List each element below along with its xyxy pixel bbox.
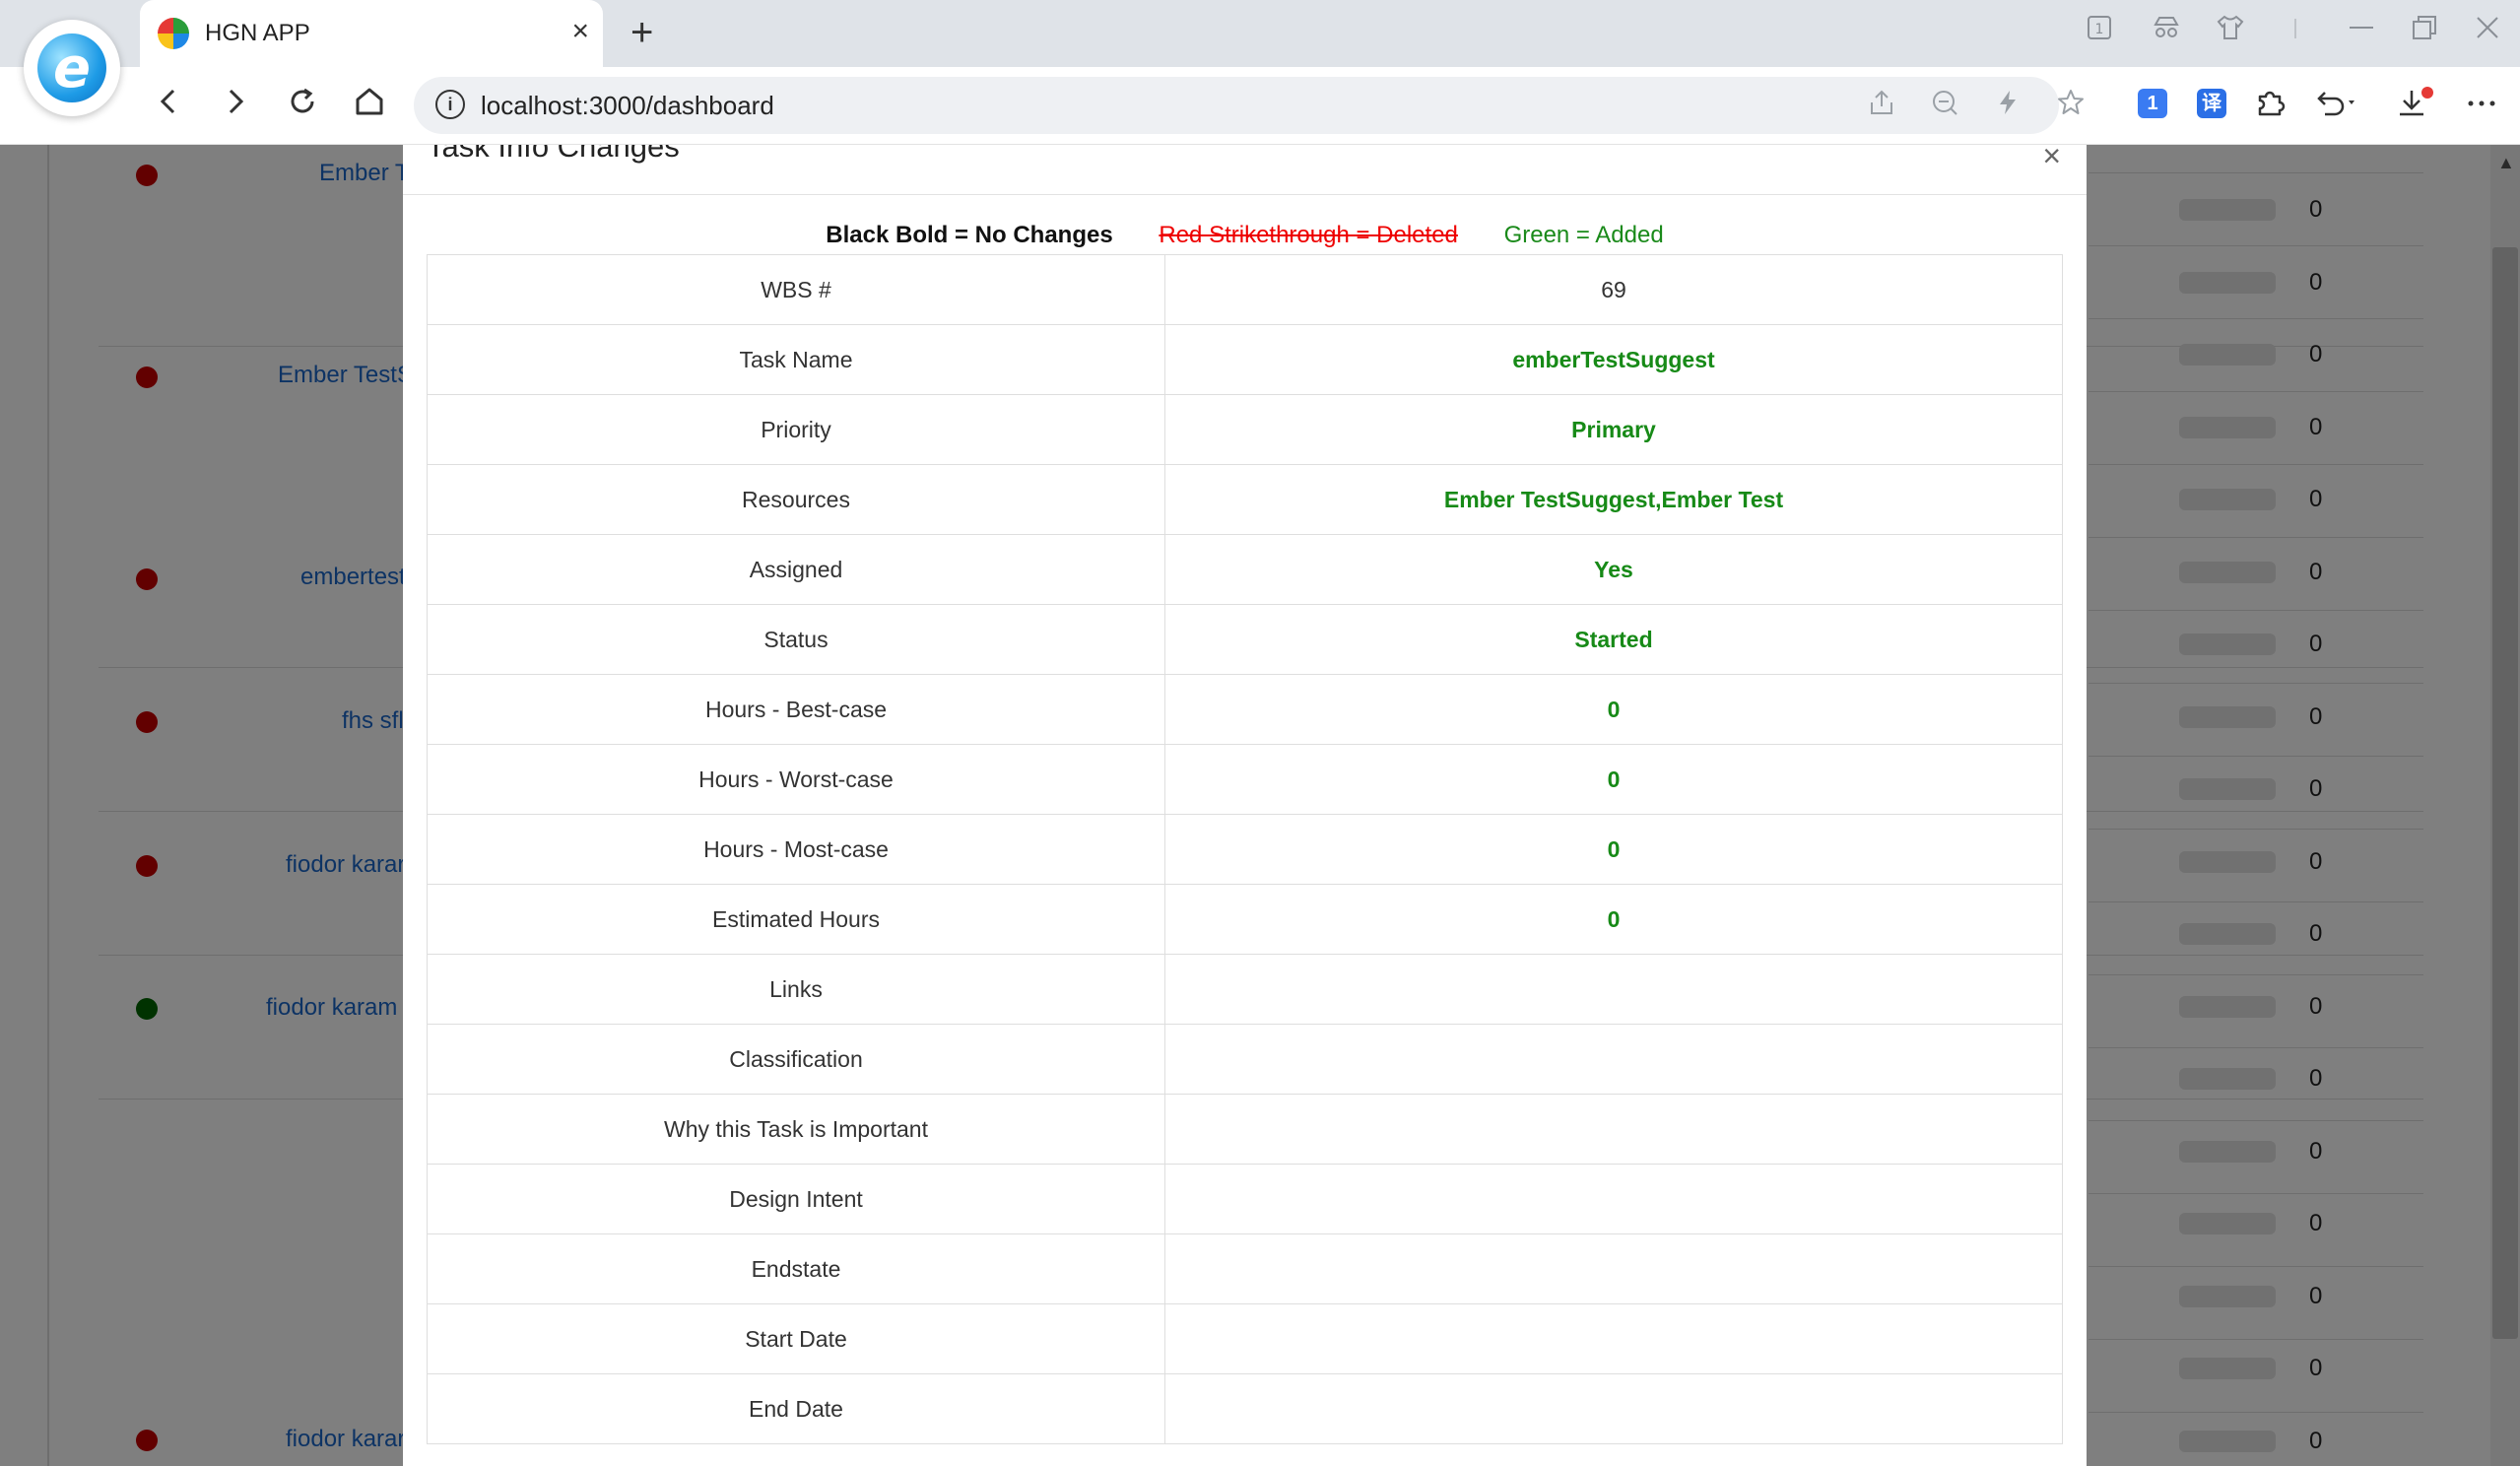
- field-value: [1164, 1233, 2063, 1304]
- more-menu-icon[interactable]: [2465, 87, 2498, 130]
- browser-titlebar: HGN APP × + 1: [0, 0, 2520, 67]
- table-row: Endstate: [427, 1233, 2063, 1304]
- address-bar[interactable]: i localhost:3000/dashboard: [414, 77, 2084, 134]
- field-label: Links: [427, 954, 1165, 1025]
- modal-close-icon[interactable]: ×: [2042, 145, 2061, 172]
- share-icon[interactable]: [1868, 89, 1895, 124]
- translate-icon[interactable]: 译: [2197, 89, 2226, 118]
- legend-deleted: Red Strikethrough = Deleted: [1159, 222, 1458, 248]
- table-row: Design Intent: [427, 1164, 2063, 1234]
- field-value: Started: [1164, 604, 2063, 675]
- table-row: Estimated Hours 0: [427, 884, 2063, 955]
- table-row: Hours - Most-case 0: [427, 814, 2063, 885]
- extensions-puzzle-icon[interactable]: [2254, 87, 2286, 128]
- task-info-changes-modal: Task Info Changes × Black Bold = No Chan…: [403, 145, 2087, 1466]
- field-label: Priority: [427, 394, 1165, 465]
- shirt-skin-icon[interactable]: [2217, 14, 2244, 49]
- extension-badge-icon[interactable]: 1: [2138, 89, 2167, 118]
- site-info-icon[interactable]: i: [435, 90, 465, 119]
- field-value: [1164, 1303, 2063, 1374]
- modal-title: Task Info Changes: [427, 145, 680, 164]
- zoom-out-icon[interactable]: [1931, 89, 1958, 124]
- field-label: Task Name: [427, 324, 1165, 395]
- field-label: Design Intent: [427, 1164, 1165, 1234]
- table-row: Classification: [427, 1024, 2063, 1095]
- back-icon[interactable]: [152, 85, 185, 127]
- field-value: Primary: [1164, 394, 2063, 465]
- minimize-icon[interactable]: [2349, 14, 2374, 49]
- table-row: Resources Ember TestSuggest,Ember Test: [427, 464, 2063, 535]
- field-value: [1164, 1373, 2063, 1444]
- field-label: WBS #: [427, 254, 1165, 325]
- field-label: Classification: [427, 1024, 1165, 1095]
- browser-logo-icon: e: [24, 20, 120, 116]
- field-value: 0: [1164, 744, 2063, 815]
- field-value: 0: [1164, 814, 2063, 885]
- incognito-icon[interactable]: [2152, 14, 2181, 49]
- home-icon[interactable]: [353, 85, 386, 127]
- reload-icon[interactable]: [286, 85, 319, 127]
- table-row: Start Date: [427, 1303, 2063, 1374]
- field-label: Estimated Hours: [427, 884, 1165, 955]
- table-row: Priority Primary: [427, 394, 2063, 465]
- field-value: [1164, 1024, 2063, 1095]
- field-label: Why this Task is Important: [427, 1094, 1165, 1165]
- table-row: Links: [427, 954, 2063, 1025]
- table-row: Why this Task is Important: [427, 1094, 2063, 1165]
- favorite-star-icon[interactable]: [2057, 89, 2085, 124]
- table-row: Hours - Worst-case 0: [427, 744, 2063, 815]
- changes-table: WBS #69 Task Name emberTestSuggest Priority…: [427, 254, 2063, 1444]
- browser-toolbar: i localhost:3000/dashboard 1 译: [0, 67, 2520, 145]
- tab-actions-icon[interactable]: 1: [2087, 14, 2112, 49]
- table-row: Status Started: [427, 604, 2063, 675]
- field-value: Ember TestSuggest,Ember Test: [1164, 464, 2063, 535]
- legend-added: Green = Added: [1503, 222, 1664, 248]
- url-text[interactable]: localhost:3000/dashboard: [481, 91, 774, 121]
- undo-icon[interactable]: [2315, 87, 2362, 128]
- download-icon[interactable]: [2396, 87, 2435, 130]
- table-row: Hours - Best-case 0: [427, 674, 2063, 745]
- field-label: Hours - Most-case: [427, 814, 1165, 885]
- legend-no-changes: Black Bold = No Changes: [826, 222, 1113, 248]
- forward-icon[interactable]: [219, 85, 252, 127]
- field-value: [1164, 1164, 2063, 1234]
- field-value: 0: [1164, 884, 2063, 955]
- table-row: WBS #69: [427, 254, 2063, 325]
- field-label: Status: [427, 604, 1165, 675]
- field-value: [1164, 1094, 2063, 1165]
- field-label: End Date: [427, 1373, 1165, 1444]
- app-favicon-icon: [158, 18, 189, 49]
- field-value: 0: [1164, 674, 2063, 745]
- field-label: Endstate: [427, 1233, 1165, 1304]
- new-tab-icon[interactable]: +: [630, 12, 653, 53]
- field-label: Hours - Worst-case: [427, 744, 1165, 815]
- field-label: Start Date: [427, 1303, 1165, 1374]
- field-label: Hours - Best-case: [427, 674, 1165, 745]
- field-value: [1164, 954, 2063, 1025]
- separator-icon: [2293, 14, 2297, 49]
- browser-tab[interactable]: HGN APP ×: [140, 0, 603, 67]
- modal-header: Task Info Changes ×: [403, 145, 2087, 195]
- restore-icon[interactable]: [2412, 14, 2437, 49]
- tab-close-icon[interactable]: ×: [571, 14, 589, 49]
- field-label: Assigned: [427, 534, 1165, 605]
- field-value: Yes: [1164, 534, 2063, 605]
- field-value: emberTestSuggest: [1164, 324, 2063, 395]
- field-label: Resources: [427, 464, 1165, 535]
- tab-title: HGN APP: [205, 20, 310, 46]
- window-close-icon[interactable]: [2475, 14, 2500, 49]
- table-row: End Date: [427, 1373, 2063, 1444]
- change-legend: Black Bold = No Changes Red Strikethroug…: [403, 222, 2087, 249]
- field-value: 69: [1164, 254, 2063, 325]
- table-row: Assigned Yes: [427, 534, 2063, 605]
- lightning-icon[interactable]: [1994, 89, 2022, 124]
- table-row: Task Name emberTestSuggest: [427, 324, 2063, 395]
- svg-text:1: 1: [2095, 22, 2104, 37]
